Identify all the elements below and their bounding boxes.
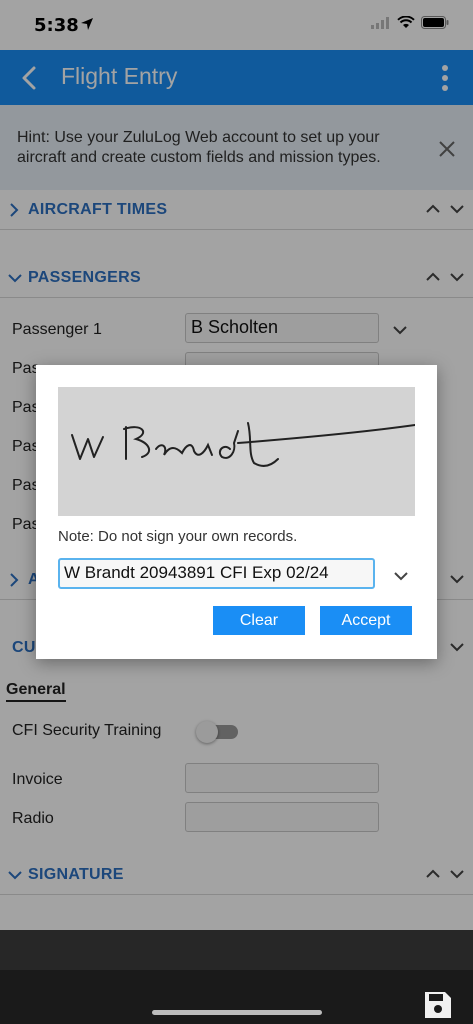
signature-dialog: Note: Do not sign your own records. W Br… (36, 365, 437, 659)
save-icon[interactable] (423, 990, 453, 1020)
clear-button[interactable]: Clear (213, 606, 305, 635)
bottom-bar (0, 970, 473, 1024)
signer-input[interactable]: W Brandt 20943891 CFI Exp 02/24 (58, 558, 375, 589)
home-indicator (152, 1010, 322, 1015)
signature-drawing (71, 422, 415, 467)
chevron-down-icon[interactable] (393, 569, 409, 583)
signature-note: Note: Do not sign your own records. (58, 528, 298, 545)
signature-pad[interactable] (58, 387, 415, 516)
accept-button[interactable]: Accept (320, 606, 412, 635)
